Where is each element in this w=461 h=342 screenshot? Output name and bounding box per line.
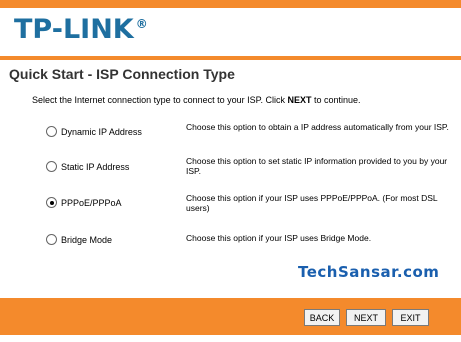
bridge-mode-label[interactable]: Bridge Mode xyxy=(61,235,112,245)
dynamic-ip-description: Choose this option to obtain a IP addres… xyxy=(186,122,449,132)
dynamic-ip-radio[interactable] xyxy=(46,126,57,137)
static-ip-radio[interactable] xyxy=(46,161,57,172)
header-divider xyxy=(0,56,461,60)
top-accent-bar xyxy=(0,0,461,8)
bridge-mode-radio-group[interactable]: Bridge Mode xyxy=(46,234,112,245)
tp-link-logo: TP-LINK ® xyxy=(14,14,148,45)
pppoe-description: Choose this option if your ISP uses PPPo… xyxy=(186,193,438,213)
pppoe-label[interactable]: PPPoE/PPPoA xyxy=(61,198,122,208)
bridge-mode-description: Choose this option if your ISP uses Brid… xyxy=(186,233,372,243)
static-ip-radio-group[interactable]: Static IP Address xyxy=(46,161,129,172)
registered-mark: ® xyxy=(135,17,148,31)
next-button[interactable]: NEXT xyxy=(346,309,386,326)
dynamic-ip-label[interactable]: Dynamic IP Address xyxy=(61,127,142,137)
back-button[interactable]: BACK xyxy=(304,309,340,326)
logo-text: TP-LINK xyxy=(14,14,134,45)
watermark-text: TechSansar.com xyxy=(298,263,440,281)
page-title: Quick Start - ISP Connection Type xyxy=(9,66,235,82)
bridge-mode-radio[interactable] xyxy=(46,234,57,245)
exit-button[interactable]: EXIT xyxy=(392,309,429,326)
static-ip-label[interactable]: Static IP Address xyxy=(61,162,129,172)
pppoe-radio-group[interactable]: PPPoE/PPPoA xyxy=(46,197,122,208)
dynamic-ip-radio-group[interactable]: Dynamic IP Address xyxy=(46,126,142,137)
instructions-text: Select the Internet connection type to c… xyxy=(32,95,361,105)
pppoe-radio[interactable] xyxy=(46,197,57,208)
static-ip-description: Choose this option to set static IP info… xyxy=(186,156,448,176)
